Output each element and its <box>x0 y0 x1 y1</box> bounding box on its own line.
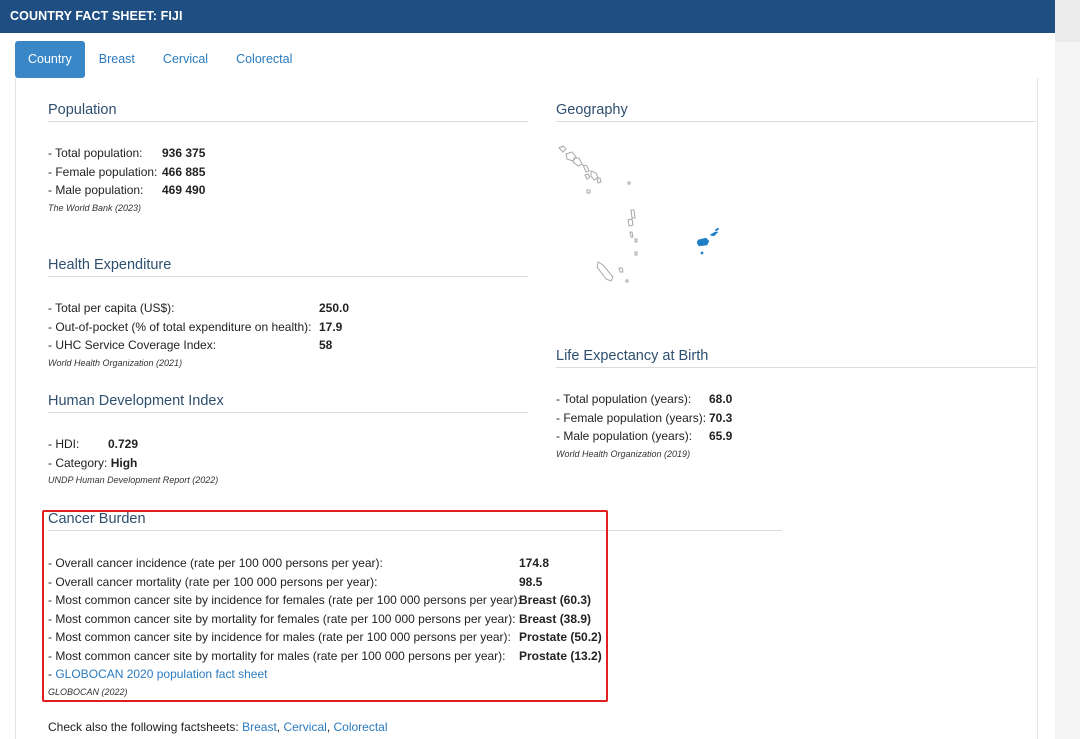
life-expectancy-heading: Life Expectancy at Birth <box>556 348 1036 368</box>
health-row: - Total per capita (US$): 250.0 <box>48 299 528 318</box>
fiji-map <box>558 145 720 283</box>
check-also-line: Check also the following factsheets: Bre… <box>48 720 388 734</box>
population-section: Population - Total population: 936 375 - … <box>48 102 528 213</box>
cancer-row: - Overall cancer mortality (rate per 100… <box>48 573 782 592</box>
row-value: 98.5 <box>519 574 543 589</box>
health-expenditure-heading: Health Expenditure <box>48 257 528 277</box>
row-value: Breast (60.3) <box>519 593 592 607</box>
check-also-colorectal-link[interactable]: Colorectal <box>333 720 387 734</box>
row-label: - Male population: <box>48 183 144 197</box>
life-row: - Female population (years): 70.3 <box>556 409 1036 428</box>
globocan-link-row: - GLOBOCAN 2020 population fact sheet <box>48 665 782 684</box>
life-expectancy-section: Life Expectancy at Birth - Total populat… <box>556 348 1036 459</box>
gutter-corner <box>1055 0 1080 42</box>
hdi-heading: Human Development Index <box>48 393 528 413</box>
row-label: - Total population (years): <box>556 392 692 406</box>
geography-heading: Geography <box>556 102 1036 122</box>
row-value: 58 <box>319 338 333 352</box>
health-row: - UHC Service Coverage Index: 58 <box>48 336 528 355</box>
link-prefix: - <box>48 667 56 681</box>
row-value: High <box>110 455 138 470</box>
row-label: - UHC Service Coverage Index: <box>48 338 217 352</box>
row-value: 250.0 <box>319 301 350 315</box>
row-value: 469 490 <box>162 183 206 197</box>
row-label: - Male population (years): <box>556 429 693 443</box>
cancer-burden-heading: Cancer Burden <box>48 511 782 531</box>
check-also-prefix: Check also the following factsheets: <box>48 720 243 734</box>
row-label: - Overall cancer mortality (rate per 100… <box>48 574 378 589</box>
row-label: - Total per capita (US$): <box>48 301 175 315</box>
tab-breast[interactable]: Breast <box>85 41 149 78</box>
row-label: - Out-of-pocket (% of total expenditure … <box>48 319 312 334</box>
row-label: - Category: <box>48 455 111 470</box>
cancer-row: - Most common cancer site by mortality f… <box>48 610 782 629</box>
tab-colorectal[interactable]: Colorectal <box>222 41 306 78</box>
population-source: The World Bank (2023) <box>48 202 142 213</box>
row-label: - Most common cancer site by incidence f… <box>48 630 511 644</box>
row-label: - Most common cancer site by incidence f… <box>48 593 521 607</box>
row-label: - Most common cancer site by mortality f… <box>48 611 516 626</box>
life-row: - Male population (years): 65.9 <box>556 427 1036 446</box>
row-value: 65.9 <box>709 429 733 443</box>
tab-cervical[interactable]: Cervical <box>149 41 222 78</box>
row-value: 68.0 <box>709 392 733 406</box>
row-value: 0.729 <box>108 437 139 451</box>
row-label: - Most common cancer site by mortality f… <box>48 648 506 663</box>
cancer-row: - Most common cancer site by mortality f… <box>48 647 782 666</box>
cancer-row: - Most common cancer site by incidence f… <box>48 591 782 610</box>
page-title: COUNTRY FACT SHEET: FIJI <box>10 9 183 23</box>
health-expenditure-section: Health Expenditure - Total per capita (U… <box>48 257 528 368</box>
row-label: - HDI: <box>48 437 80 451</box>
cancer-burden-source: GLOBOCAN (2022) <box>48 686 128 697</box>
health-expenditure-source: World Health Organization (2021) <box>48 357 183 368</box>
row-value: 466 885 <box>162 164 206 179</box>
page-header-bar: COUNTRY FACT SHEET: FIJI <box>0 0 1055 33</box>
row-value: 174.8 <box>519 556 550 570</box>
cancer-row: - Most common cancer site by incidence f… <box>48 628 782 647</box>
right-gutter <box>1055 0 1080 739</box>
row-label: - Female population: <box>48 164 158 179</box>
row-label: - Overall cancer incidence (rate per 100… <box>48 556 383 570</box>
check-also-cervical-link[interactable]: Cervical <box>283 720 326 734</box>
life-row: - Total population (years): 68.0 <box>556 390 1036 409</box>
row-value: Breast (38.9) <box>519 611 592 626</box>
population-row: - Female population: 466 885 <box>48 163 528 182</box>
row-value: Prostate (50.2) <box>519 630 602 644</box>
cancer-row: - Overall cancer incidence (rate per 100… <box>48 554 782 573</box>
row-value: 17.9 <box>319 319 343 334</box>
tab-country[interactable]: Country <box>15 41 85 78</box>
geography-section: Geography <box>556 102 1036 122</box>
hdi-section: Human Development Index - HDI: 0.729 - Ca… <box>48 393 528 485</box>
population-heading: Population <box>48 102 528 122</box>
row-value: 936 375 <box>162 146 206 160</box>
health-row: - Out-of-pocket (% of total expenditure … <box>48 318 528 337</box>
hdi-row: - HDI: 0.729 <box>48 435 528 454</box>
row-value: 70.3 <box>709 410 733 425</box>
hdi-category-row: - Category: High <box>48 454 528 473</box>
hdi-source: UNDP Human Development Report (2022) <box>48 475 219 485</box>
row-label: - Female population (years): <box>556 410 707 425</box>
tab-bar: Country Breast Cervical Colorectal <box>15 41 306 78</box>
life-expectancy-source: World Health Organization (2019) <box>556 448 691 459</box>
population-row: - Total population: 936 375 <box>48 144 528 163</box>
check-also-breast-link[interactable]: Breast <box>242 720 277 734</box>
row-value: Prostate (13.2) <box>519 648 602 663</box>
globocan-fact-sheet-link[interactable]: GLOBOCAN 2020 population fact sheet <box>55 665 267 684</box>
row-label: - Total population: <box>48 146 143 160</box>
population-row: - Male population: 469 490 <box>48 181 528 200</box>
cancer-burden-section: Cancer Burden - Overall cancer incidence… <box>48 511 782 697</box>
